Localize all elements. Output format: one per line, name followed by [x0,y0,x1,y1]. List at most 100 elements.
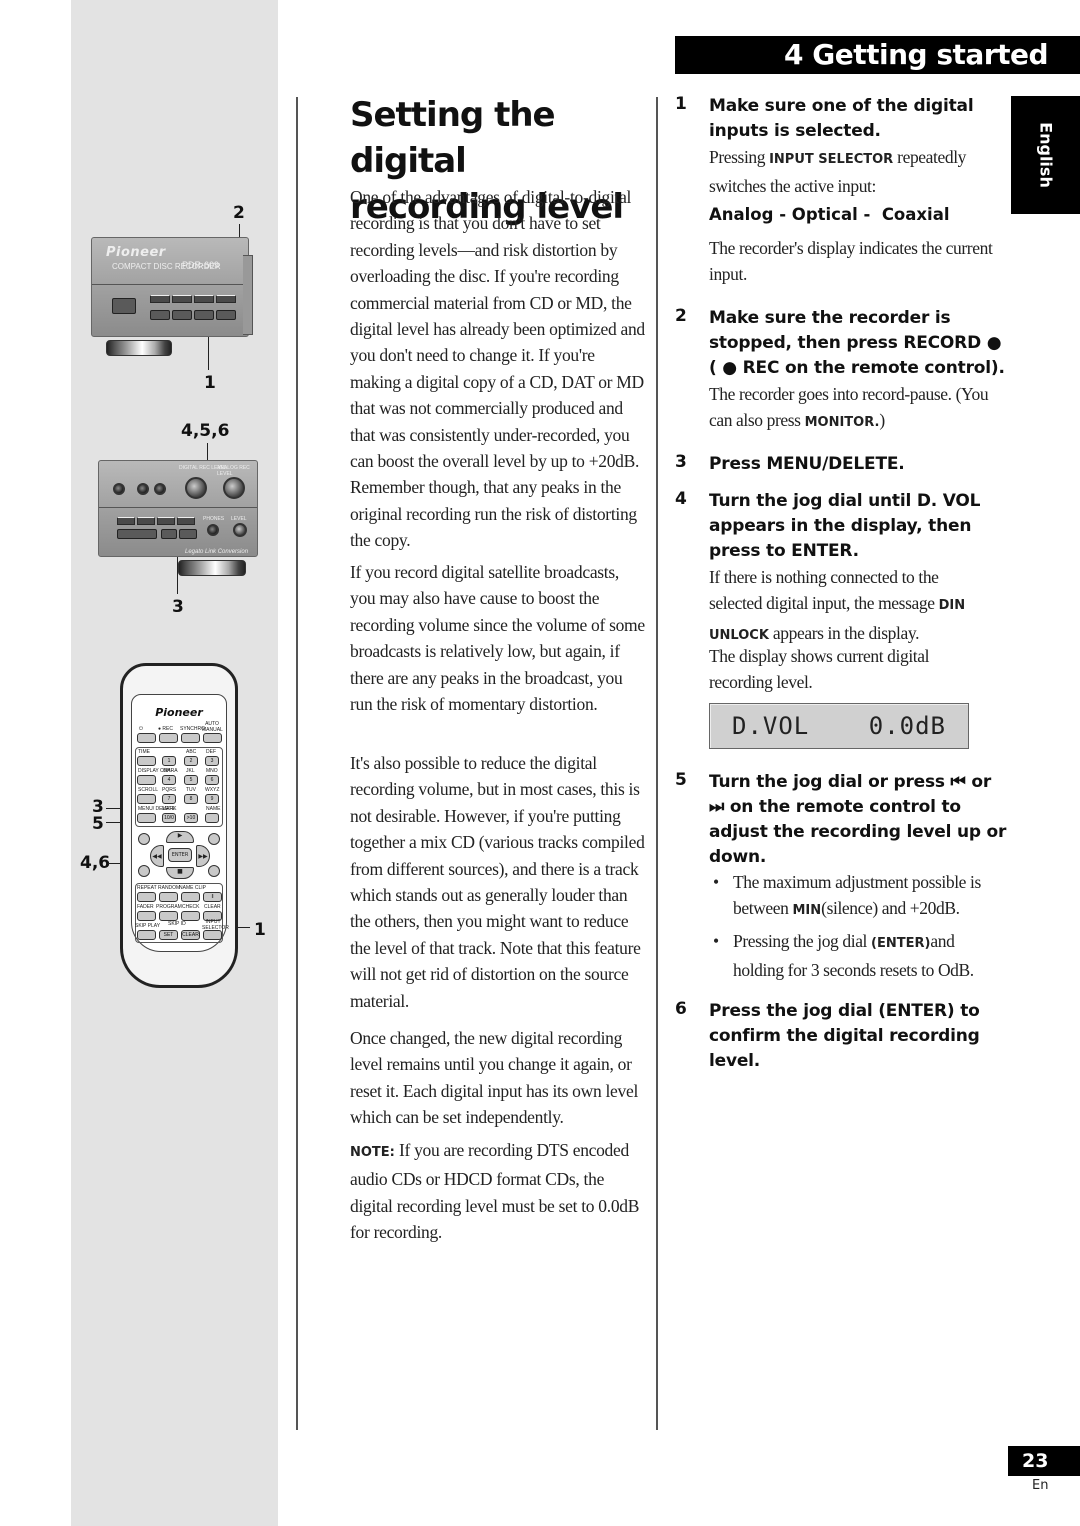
remote-label: ABC [186,749,197,755]
key-name: MIN [792,903,822,919]
remote-key-8: 8 [184,794,198,804]
step-text: appears in the display. [768,622,920,643]
remote-round-button [208,865,220,877]
remote-label: PQRS [162,787,177,793]
key-name: (ENTER) [871,936,931,951]
phones-level-knob [233,523,247,537]
remote-program-button [159,911,178,921]
remote-round-button [138,865,150,877]
remote-synchro-button [181,733,200,743]
panel-button [194,295,214,303]
remote-label: WXYZ [205,787,220,793]
step-heading: Make sure one of the digital inputs is s… [709,96,974,141]
remote-enter-button: ENTER [168,848,192,862]
play-pause-button [117,529,157,539]
panel-button [179,529,197,539]
analog-rec-level-knob [223,477,245,499]
input-sequence: Analog - Optical - Coaxial [709,205,950,224]
remote-label: AUTO MANUAL [202,721,223,733]
level-label: LEVEL [231,516,247,522]
panel-button [216,295,236,303]
remote-skip-play-button [137,930,156,940]
panel-button [216,310,236,320]
callout-4-5-6: 4,5,6 [181,421,230,441]
panel-button [157,517,175,525]
column-divider [296,97,298,1430]
remote-label: ⏻ [139,726,143,732]
remote-pause-button: ‖ [203,892,222,902]
remote-label: SCROLL [138,787,159,793]
panel-divider [99,507,257,508]
remote-label: MARK [162,806,177,812]
note-label: NOTE: [350,1145,395,1160]
jog-dial-illustration [178,560,246,576]
remote-key-9: 9 [205,794,219,804]
bullet-text: Pressing the jog dial [733,931,871,951]
remote-key-10-0: 10/0 [162,813,176,823]
language-tab-label: English [1036,122,1055,188]
intro-paragraph: One of the advantages of digital-to-digi… [350,187,645,551]
remote-label: JKL [186,768,195,774]
display-readout: D.VOL 0.0dB [709,703,969,749]
page-language-code: En [1032,1478,1049,1493]
panel-small-button [113,483,125,495]
remote-display-button [137,775,156,785]
phones-label: PHONES [203,516,225,522]
panel-button [172,295,192,303]
remote-time-button [137,756,156,766]
remote-stop-button: ■ [166,867,194,879]
column-divider [656,97,658,1430]
remote-key-6: 6 [205,775,219,785]
remote-label: SKIP PLAY [135,923,161,929]
panel-button [150,295,170,303]
remote-label: REPEAT [137,885,157,891]
remote-face: Pioneer ⏻ ● REC SYNCHRO AUTO MANUAL TIME… [131,694,229,952]
step-body: Pressing INPUT SELECTOR repeatedly switc… [709,144,1004,200]
remote-label: TIME [138,749,150,755]
remote-key-1: 1 [162,756,176,766]
step-heading: Make sure the recorder is stopped, then … [709,308,1005,378]
callout-4-6: 4,6 [80,853,111,873]
step-number: 3 [675,452,687,472]
key-name: INPUT SELECTOR [769,152,894,167]
remote-label: NAME CLIP [179,885,206,891]
remote-power-button [137,733,156,743]
remote-name-clip-button [181,892,200,902]
panel-button [117,517,135,525]
disc-tray-edge [243,255,253,335]
panel-button [172,310,192,320]
reduce-volume-paragraph: It's also possible to reduce the digital… [350,753,645,1011]
front-panel-bottom-illustration: DIGITAL REC LEVEL ANALOG REC LEVEL PHONE… [98,460,258,557]
step-heading: Press MENU/DELETE. [709,454,905,474]
remote-key-2: 2 [184,756,198,766]
bullet-icon: • [713,931,719,951]
remote-auto-manual-button [203,733,222,743]
remote-label: DEF [206,749,216,755]
remote-brand-logo: Pioneer [155,706,203,719]
menu-delete-button [177,517,195,525]
front-panel-top-illustration: Pioneer COMPACT DISC RECORDER PDR-609 [91,237,249,337]
remote-label: FADER [137,904,154,910]
panel-model: PDR-609 [182,260,220,270]
remote-key-7: 7 [162,794,176,804]
input-selector-button [194,310,214,320]
language-tab: English [1011,96,1080,214]
callout-2: 2 [233,203,245,223]
step-heading: Press the jog dial (ENTER) to confirm th… [709,1001,980,1071]
remote-control-illustration: Pioneer ⏻ ● REC SYNCHRO AUTO MANUAL TIME… [120,663,238,988]
step-heading: Turn the jog dial or press ⏮ or ⏭ on the… [709,772,1007,867]
remote-repeat-button [137,892,156,902]
once-changed-paragraph: Once changed, the new digital recording … [350,1028,639,1128]
step-body: If there is nothing connected to the sel… [709,564,984,649]
step-number: 5 [675,770,687,790]
step-text: ) [879,410,885,431]
remote-fast-forward-button: ▶▶ [196,845,210,867]
remote-label: RANDOM [158,885,181,891]
legato-link-label: Legato Link Conversion [185,549,249,555]
step-body: The recorder goes into record-pause. (Yo… [709,381,1004,437]
remote-rewind-button: ◀◀ [150,845,164,867]
remote-check-button [181,911,200,921]
remote-name-button [205,813,219,823]
power-button [112,298,136,314]
digital-rec-level-knob [185,477,207,499]
